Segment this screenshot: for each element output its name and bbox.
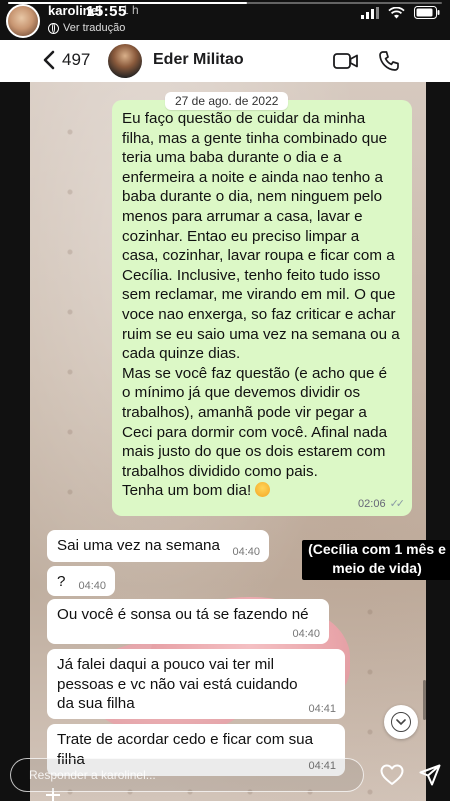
message-text: Ou você é sonsa ou tá se fazendo né (57, 606, 309, 623)
message-line: Ceci para dormir com você. Afinal nada (122, 423, 388, 441)
story-header: karolinel 15:55 1 h Ver tradução (0, 0, 450, 44)
phone-clock: 15:55 (86, 3, 127, 20)
unread-count[interactable]: 497 (62, 50, 90, 70)
signal-icon (361, 6, 379, 19)
message-line: casa, cozinhar, lavar roupa e ficar com … (122, 247, 395, 265)
read-ticks-icon: ✓✓ (389, 498, 406, 510)
message-time: 04:41 (308, 703, 336, 715)
message-line: trabalhos dividido como pais. (122, 462, 318, 480)
translate-label: Ver tradução (63, 22, 126, 34)
incoming-message[interactable]: ? 04:40 (47, 566, 115, 596)
heart-icon[interactable] (380, 764, 404, 786)
outgoing-message[interactable]: Eu faço questão de cuidar da minha filha… (112, 100, 412, 516)
story-frame: karolinel 15:55 1 h Ver tradução 497 Ede… (0, 0, 450, 801)
message-time: 02:06 (358, 497, 386, 510)
wifi-icon (388, 6, 405, 18)
message-line: mais justo do que os dois estarem com (122, 443, 386, 461)
message-time: 04:40 (292, 628, 320, 640)
kiss-emoji-icon (255, 482, 271, 498)
message-line: Tenha um bom dia! (122, 482, 252, 500)
message-line: o mínimo já que devemos dividir os (122, 384, 361, 402)
message-line: Eu faço questão de cuidar da minha (122, 110, 366, 127)
date-chip: 27 de ago. de 2022 (165, 92, 289, 110)
caption-line: meio de vida) (332, 560, 422, 576)
message-time: 04:40 (232, 546, 260, 558)
video-call-icon[interactable] (333, 52, 359, 70)
story-caption: (Cecília com 1 mês e meio de vida) (302, 540, 450, 580)
status-bar-icons (361, 6, 440, 19)
message-line: Mas se você faz questão (e acho que é (122, 364, 388, 382)
message-text: Sai uma vez na semana (57, 537, 220, 554)
message-line: filha, mas a gente tinha combinado que (122, 129, 388, 147)
message-line: baba durante o dia, nem ninguem pelo (122, 188, 383, 206)
message-line: menos para arrumar a casa, lavar e (122, 207, 363, 225)
message-line: cada quinze dias. (122, 345, 241, 363)
phone-call-icon[interactable] (378, 50, 400, 72)
contact-name[interactable]: Eder Militao (153, 51, 244, 69)
message-line: cozinhar. Entao eu preciso limpar a (122, 227, 360, 245)
battery-icon (414, 6, 440, 19)
message-line: enfermeira a noite e ainda nao tenho a (122, 168, 383, 186)
message-line: voce nao enxerga, so faz criticar e acha… (122, 305, 396, 323)
message-text: Já falei daqui a pouco vai ter mil pesso… (57, 656, 298, 713)
message-line: teria uma baba durante o dia e a (122, 149, 342, 167)
incoming-message[interactable]: Sai uma vez na semana 04:40 (47, 530, 269, 562)
story-time-ago: 1 h (122, 3, 139, 17)
message-line: sem reclamar, me virando em mil. O que (122, 286, 396, 304)
message-text: ? (57, 573, 66, 590)
message-line: Cecília. Inclusive, tenho feito tudo iss… (122, 266, 381, 284)
scroll-down-button[interactable] (384, 705, 418, 739)
story-avatar[interactable] (6, 4, 40, 38)
globe-icon (48, 22, 59, 34)
story-reply-input[interactable]: Responder a karolinel... (10, 758, 364, 792)
message-time: 04:40 (78, 580, 106, 592)
chat-scrollbar[interactable] (423, 680, 426, 720)
message-line: ruim se eu saio uma vez na semana ou a (122, 325, 400, 343)
scroll-down-icon (391, 712, 411, 732)
message-line: trabalhos), amanhã pode vir pegar a (122, 403, 367, 421)
back-chevron-icon[interactable] (42, 50, 56, 70)
incoming-message[interactable]: Ou você é sonsa ou tá se fazendo né 04:4… (47, 599, 329, 644)
contact-avatar[interactable] (108, 44, 142, 78)
incoming-message[interactable]: Já falei daqui a pouco vai ter mil pesso… (47, 649, 345, 719)
send-icon[interactable] (419, 764, 441, 786)
message-meta: 02:06 ✓✓ (358, 497, 406, 511)
whatsapp-header: 497 Eder Militao (0, 40, 450, 82)
caption-line: (Cecília com 1 mês e (308, 541, 446, 557)
translate-link[interactable]: Ver tradução (48, 22, 125, 34)
